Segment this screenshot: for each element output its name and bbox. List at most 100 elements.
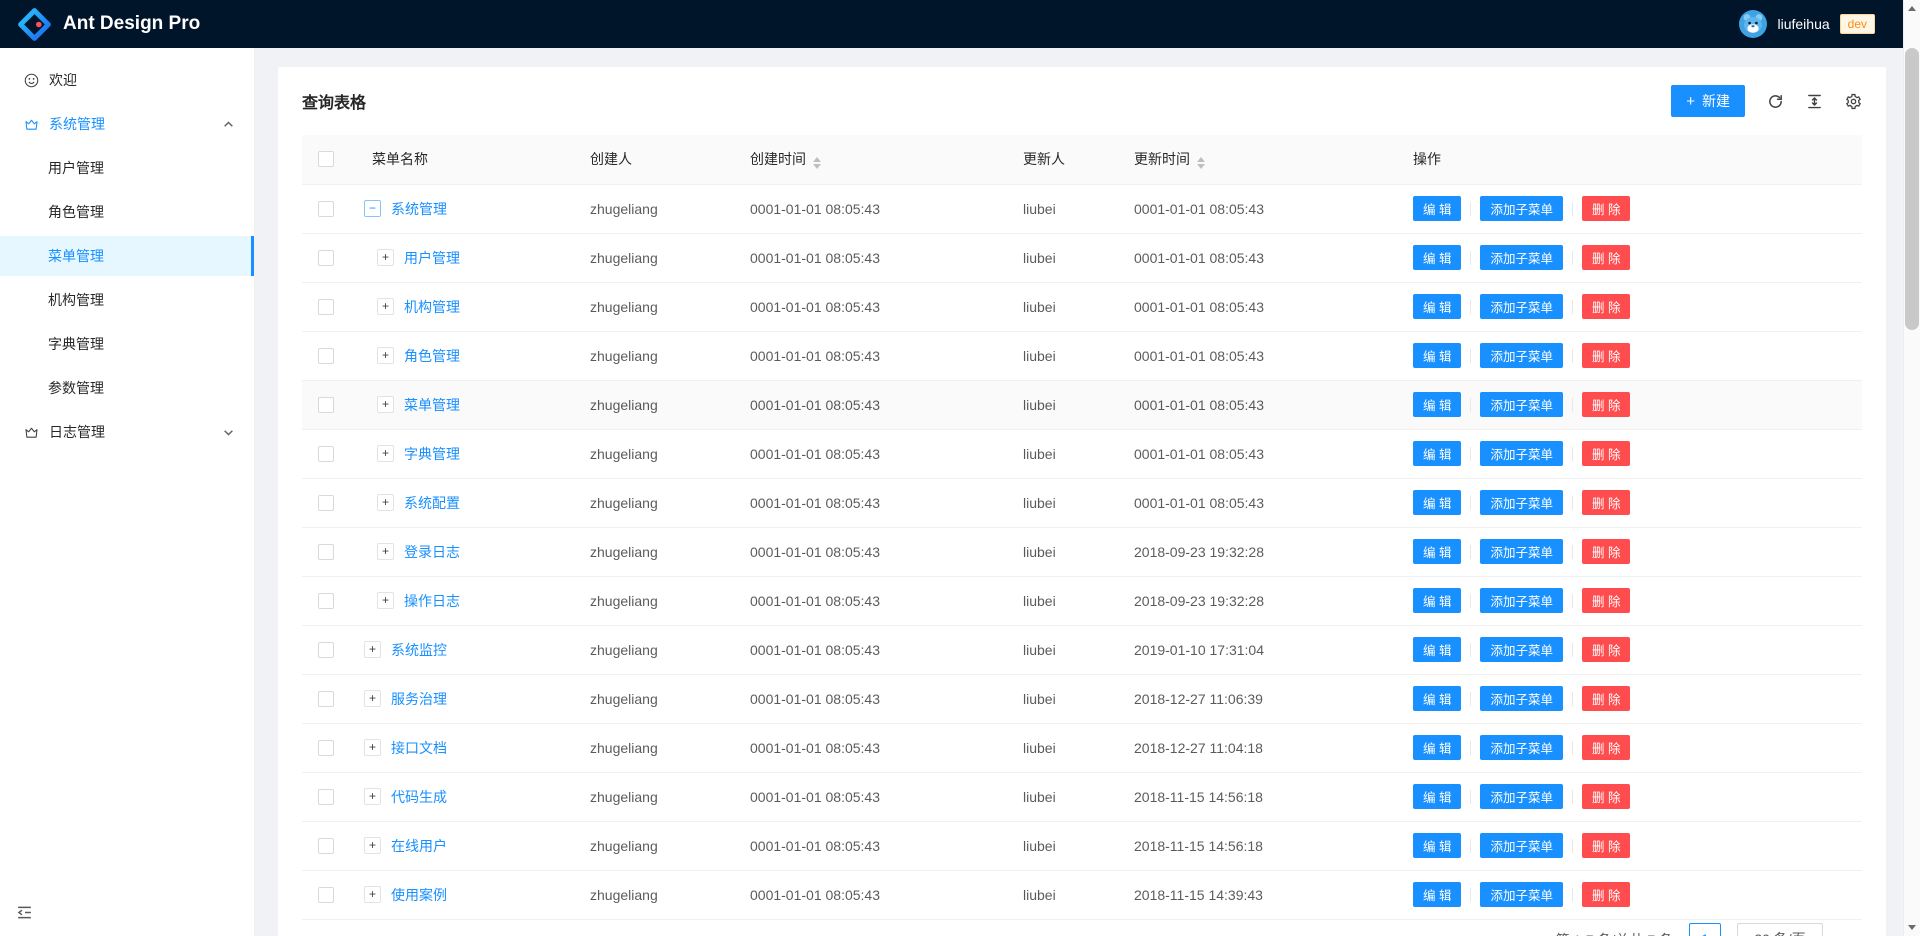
add-submenu-button[interactable]: 添加子菜单 xyxy=(1480,392,1563,417)
delete-button[interactable]: 删 除 xyxy=(1582,637,1630,662)
expand-row-icon[interactable]: + xyxy=(364,788,381,805)
menu-name-link[interactable]: 字典管理 xyxy=(404,444,460,464)
row-checkbox[interactable] xyxy=(318,201,334,217)
expand-row-icon[interactable]: + xyxy=(377,445,394,462)
sidebar-item-2[interactable]: 系统管理 xyxy=(0,104,254,144)
expand-row-icon[interactable]: + xyxy=(364,886,381,903)
vertical-scrollbar[interactable] xyxy=(1903,0,1920,936)
menu-name-link[interactable]: 菜单管理 xyxy=(404,395,460,415)
delete-button[interactable]: 删 除 xyxy=(1582,294,1630,319)
pagination-page-1[interactable]: 1 xyxy=(1689,923,1721,936)
user-block[interactable]: liufeihua dev xyxy=(1739,10,1875,38)
add-submenu-button[interactable]: 添加子菜单 xyxy=(1480,784,1563,809)
add-submenu-button[interactable]: 添加子菜单 xyxy=(1480,686,1563,711)
edit-button[interactable]: 编 辑 xyxy=(1413,392,1461,417)
sorter-icon[interactable] xyxy=(813,157,821,169)
expand-row-icon[interactable]: + xyxy=(377,347,394,364)
edit-button[interactable]: 编 辑 xyxy=(1413,784,1461,809)
row-checkbox[interactable] xyxy=(318,544,334,560)
menu-name-link[interactable]: 接口文档 xyxy=(391,738,447,758)
column-header-6[interactable]: 更新时间 xyxy=(1126,135,1405,184)
add-submenu-button[interactable]: 添加子菜单 xyxy=(1480,441,1563,466)
expand-row-icon[interactable]: + xyxy=(364,837,381,854)
expand-row-icon[interactable]: + xyxy=(364,690,381,707)
add-submenu-button[interactable]: 添加子菜单 xyxy=(1480,490,1563,515)
delete-button[interactable]: 删 除 xyxy=(1582,245,1630,270)
add-submenu-button[interactable]: 添加子菜单 xyxy=(1480,245,1563,270)
add-submenu-button[interactable]: 添加子菜单 xyxy=(1480,588,1563,613)
expand-row-icon[interactable]: + xyxy=(377,592,394,609)
add-submenu-button[interactable]: 添加子菜单 xyxy=(1480,833,1563,858)
sidebar-item-8[interactable]: 参数管理 xyxy=(0,368,254,408)
expand-row-icon[interactable]: + xyxy=(377,249,394,266)
delete-button[interactable]: 删 除 xyxy=(1582,882,1630,907)
menu-name-link[interactable]: 用户管理 xyxy=(404,248,460,268)
menu-name-link[interactable]: 系统管理 xyxy=(391,199,447,219)
menu-name-link[interactable]: 在线用户 xyxy=(391,836,447,856)
row-checkbox[interactable] xyxy=(318,838,334,854)
collapse-row-icon[interactable]: − xyxy=(364,200,381,217)
edit-button[interactable]: 编 辑 xyxy=(1413,294,1461,319)
edit-button[interactable]: 编 辑 xyxy=(1413,343,1461,368)
edit-button[interactable]: 编 辑 xyxy=(1413,539,1461,564)
expand-row-icon[interactable]: + xyxy=(377,494,394,511)
delete-button[interactable]: 删 除 xyxy=(1582,196,1630,221)
delete-button[interactable]: 删 除 xyxy=(1582,392,1630,417)
sorter-icon[interactable] xyxy=(1197,157,1205,169)
sidebar-collapse-icon[interactable] xyxy=(16,904,33,924)
row-checkbox[interactable] xyxy=(318,887,334,903)
add-submenu-button[interactable]: 添加子菜单 xyxy=(1480,637,1563,662)
expand-row-icon[interactable]: + xyxy=(377,396,394,413)
add-submenu-button[interactable]: 添加子菜单 xyxy=(1480,294,1563,319)
sidebar-item-3[interactable]: 用户管理 xyxy=(0,148,254,188)
edit-button[interactable]: 编 辑 xyxy=(1413,637,1461,662)
edit-button[interactable]: 编 辑 xyxy=(1413,441,1461,466)
delete-button[interactable]: 删 除 xyxy=(1582,490,1630,515)
delete-button[interactable]: 删 除 xyxy=(1582,735,1630,760)
expand-row-icon[interactable]: + xyxy=(377,298,394,315)
settings-gear-icon[interactable] xyxy=(1845,93,1862,110)
add-submenu-button[interactable]: 添加子菜单 xyxy=(1480,196,1563,221)
menu-name-link[interactable]: 使用案例 xyxy=(391,885,447,905)
row-checkbox[interactable] xyxy=(318,789,334,805)
edit-button[interactable]: 编 辑 xyxy=(1413,245,1461,270)
menu-name-link[interactable]: 机构管理 xyxy=(404,297,460,317)
edit-button[interactable]: 编 辑 xyxy=(1413,196,1461,221)
menu-name-link[interactable]: 角色管理 xyxy=(404,346,460,366)
delete-button[interactable]: 删 除 xyxy=(1582,539,1630,564)
menu-name-link[interactable]: 代码生成 xyxy=(391,787,447,807)
row-checkbox[interactable] xyxy=(318,348,334,364)
row-checkbox[interactable] xyxy=(318,397,334,413)
delete-button[interactable]: 删 除 xyxy=(1582,588,1630,613)
add-submenu-button[interactable]: 添加子菜单 xyxy=(1480,343,1563,368)
scrollbar-thumb[interactable] xyxy=(1905,48,1919,330)
menu-name-link[interactable]: 登录日志 xyxy=(404,542,460,562)
menu-name-link[interactable]: 系统配置 xyxy=(404,493,460,513)
edit-button[interactable]: 编 辑 xyxy=(1413,735,1461,760)
menu-name-link[interactable]: 服务治理 xyxy=(391,689,447,709)
scroll-down-arrow-icon[interactable] xyxy=(1904,919,1920,936)
edit-button[interactable]: 编 辑 xyxy=(1413,686,1461,711)
sidebar-item-6[interactable]: 机构管理 xyxy=(0,280,254,320)
delete-button[interactable]: 删 除 xyxy=(1582,686,1630,711)
expand-row-icon[interactable]: + xyxy=(377,543,394,560)
expand-row-icon[interactable]: + xyxy=(364,641,381,658)
column-header-4[interactable]: 创建时间 xyxy=(742,135,1015,184)
menu-name-link[interactable]: 操作日志 xyxy=(404,591,460,611)
row-checkbox[interactable] xyxy=(318,446,334,462)
row-checkbox[interactable] xyxy=(318,691,334,707)
delete-button[interactable]: 删 除 xyxy=(1582,784,1630,809)
row-checkbox[interactable] xyxy=(318,740,334,756)
page-size-select[interactable]: 20 条/页 xyxy=(1737,923,1823,936)
edit-button[interactable]: 编 辑 xyxy=(1413,833,1461,858)
delete-button[interactable]: 删 除 xyxy=(1582,441,1630,466)
column-height-icon[interactable] xyxy=(1806,93,1823,110)
edit-button[interactable]: 编 辑 xyxy=(1413,588,1461,613)
delete-button[interactable]: 删 除 xyxy=(1582,833,1630,858)
row-checkbox[interactable] xyxy=(318,593,334,609)
brand[interactable]: Ant Design Pro xyxy=(18,8,200,41)
reload-icon[interactable] xyxy=(1767,93,1784,110)
row-checkbox[interactable] xyxy=(318,495,334,511)
delete-button[interactable]: 删 除 xyxy=(1582,343,1630,368)
add-submenu-button[interactable]: 添加子菜单 xyxy=(1480,735,1563,760)
